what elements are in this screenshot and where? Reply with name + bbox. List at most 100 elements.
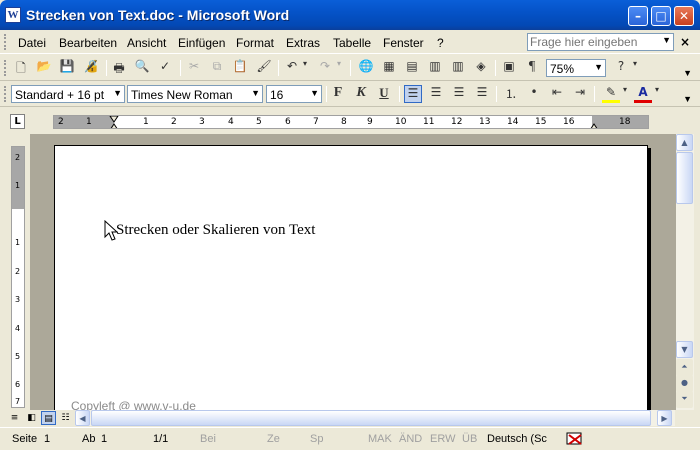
redo-icon[interactable]: ↷ (316, 59, 334, 77)
insert-excel-icon[interactable]: ▥ (426, 59, 444, 77)
font-size-select[interactable]: 16 ▼ (266, 85, 322, 103)
status-overtype[interactable]: ÜB (462, 433, 477, 445)
first-line-indent-marker[interactable] (109, 116, 119, 123)
word-app-icon[interactable]: W (5, 7, 21, 23)
save-icon[interactable]: 💾 (58, 59, 76, 77)
document-map-icon[interactable]: ▣ (500, 59, 518, 77)
right-indent-marker[interactable] (590, 123, 598, 129)
spelling-icon[interactable]: ✓ (156, 59, 174, 77)
undo-icon[interactable]: ↶ (283, 59, 301, 77)
help-search-box[interactable]: ▼ (527, 33, 674, 51)
center-icon[interactable]: ☰ (427, 85, 445, 103)
maximize-button[interactable]: □ (651, 6, 671, 26)
menu-einfuegen[interactable]: Einfügen (178, 36, 225, 50)
format-painter-icon[interactable]: 🖌 (255, 59, 273, 77)
tables-borders-icon[interactable]: ▦ (380, 59, 398, 77)
show-formatting-icon[interactable]: ¶ (523, 59, 541, 77)
next-page-button[interactable]: ⏷ (676, 391, 693, 408)
redo-dropdown-icon[interactable]: ▾ (334, 59, 344, 77)
document-page[interactable]: Strecken oder Skalieren von Text Copylef… (54, 145, 648, 410)
document-text[interactable]: Strecken oder Skalieren von Text (116, 222, 315, 239)
menu-fenster[interactable]: Fenster (383, 36, 424, 50)
chevron-down-icon[interactable]: ▼ (662, 35, 671, 45)
minimize-button[interactable]: – (628, 6, 648, 26)
highlight-dropdown-icon[interactable]: ▾ (620, 85, 630, 103)
cut-icon[interactable]: ✂ (185, 59, 203, 77)
chevron-down-icon[interactable]: ▼ (594, 62, 603, 72)
drawing-icon[interactable]: ◈ (472, 59, 490, 77)
print-icon[interactable]: 🖶 (110, 59, 128, 77)
outline-view-icon[interactable]: ☷ (58, 411, 73, 425)
justify-icon[interactable]: ☰ (473, 85, 491, 103)
decrease-indent-icon[interactable]: ⇤ (548, 85, 566, 103)
status-track-changes[interactable]: ÄND (399, 433, 422, 445)
bold-button[interactable]: F (329, 85, 347, 103)
scroll-down-button[interactable]: ▼ (676, 341, 693, 358)
status-language[interactable]: Deutsch (Sc (487, 433, 547, 445)
zoom-select[interactable]: 75% ▼ (546, 59, 606, 77)
help-icon[interactable]: ? (612, 59, 630, 77)
status-macro-recorder[interactable]: MAK (368, 433, 392, 445)
print-preview-icon[interactable]: 🔍 (133, 59, 151, 77)
vertical-scrollbar[interactable]: ▲ ▼ ⏶ ● ⏷ (676, 134, 694, 410)
menu-format[interactable]: Format (236, 36, 274, 50)
spelling-status-icon[interactable] (565, 431, 585, 447)
chevron-down-icon[interactable]: ▼ (251, 88, 260, 98)
menu-help[interactable]: ? (437, 36, 444, 50)
hyperlink-icon[interactable]: 🌐 (357, 59, 375, 77)
align-left-icon[interactable]: ☰ (404, 85, 422, 103)
web-view-icon[interactable]: ◧ (24, 411, 39, 425)
toolbar-grip[interactable] (4, 60, 7, 76)
help-search-input[interactable] (528, 34, 656, 50)
help-dropdown-icon[interactable]: ▾ (630, 59, 640, 77)
scroll-up-button[interactable]: ▲ (676, 134, 693, 151)
underline-button[interactable]: U (375, 85, 393, 103)
bullets-icon[interactable]: • (525, 85, 543, 103)
menu-tabelle[interactable]: Tabelle (333, 36, 371, 50)
permission-icon[interactable]: 🔏 (82, 59, 100, 77)
close-button[interactable]: ✕ (674, 6, 694, 26)
menu-extras[interactable]: Extras (286, 36, 320, 50)
align-right-icon[interactable]: ☰ (450, 85, 468, 103)
font-color-icon[interactable]: A (634, 85, 652, 103)
open-folder-icon[interactable]: 📂 (35, 59, 53, 77)
document-close-button[interactable]: × (680, 35, 690, 49)
style-select[interactable]: Standard + 16 pt ▼ (11, 85, 125, 103)
horizontal-ruler[interactable]: 2 1 1 2 3 4 5 6 7 8 9 10 11 12 13 14 15 … (53, 115, 649, 129)
undo-dropdown-icon[interactable]: ▾ (300, 59, 310, 77)
horizontal-scroll-thumb[interactable] (91, 410, 651, 426)
italic-button[interactable]: K (352, 85, 370, 103)
menu-bearbeiten[interactable]: Bearbeiten (59, 36, 117, 50)
menu-ansicht[interactable]: Ansicht (127, 36, 166, 50)
copy-icon[interactable]: ⧉ (208, 59, 226, 77)
select-browse-object-button[interactable]: ● (676, 375, 693, 392)
indent-markers[interactable] (54, 116, 649, 129)
previous-page-button[interactable]: ⏶ (676, 359, 693, 376)
scroll-left-button[interactable]: ◀ (75, 410, 90, 426)
new-document-icon[interactable]: 🗋 (12, 59, 30, 77)
print-layout-view-icon[interactable]: ▤ (41, 411, 56, 425)
increase-indent-icon[interactable]: ⇥ (571, 85, 589, 103)
document-area[interactable]: Strecken oder Skalieren von Text Copylef… (30, 134, 676, 410)
highlight-icon[interactable]: ✎ (602, 85, 620, 103)
insert-table-icon[interactable]: ▤ (403, 59, 421, 77)
vertical-ruler[interactable]: 2 1 1 2 3 4 5 6 7 (11, 146, 25, 408)
toolbar-options-icon[interactable]: ▼ (683, 94, 692, 104)
font-color-dropdown-icon[interactable]: ▾ (652, 85, 662, 103)
status-extend-selection[interactable]: ERW (430, 433, 455, 445)
toolbar-grip[interactable] (4, 86, 7, 102)
chevron-down-icon[interactable]: ▼ (113, 88, 122, 98)
hanging-indent-marker[interactable] (110, 123, 118, 129)
horizontal-scrollbar[interactable]: ◀ ▶ (75, 410, 675, 426)
paste-icon[interactable]: 📋 (231, 59, 249, 77)
columns-icon[interactable]: ▥ (449, 59, 467, 77)
menu-datei[interactable]: Datei (18, 36, 46, 50)
menubar-grip[interactable] (4, 34, 7, 50)
title-bar[interactable]: W Strecken von Text.doc - Microsoft Word… (0, 0, 700, 30)
scroll-right-button[interactable]: ▶ (657, 410, 672, 426)
chevron-down-icon[interactable]: ▼ (310, 88, 319, 98)
font-select[interactable]: Times New Roman ▼ (127, 85, 263, 103)
numbering-icon[interactable]: ⒈ (502, 85, 520, 103)
tab-selector[interactable]: L (10, 114, 25, 129)
scroll-thumb[interactable] (676, 152, 693, 204)
